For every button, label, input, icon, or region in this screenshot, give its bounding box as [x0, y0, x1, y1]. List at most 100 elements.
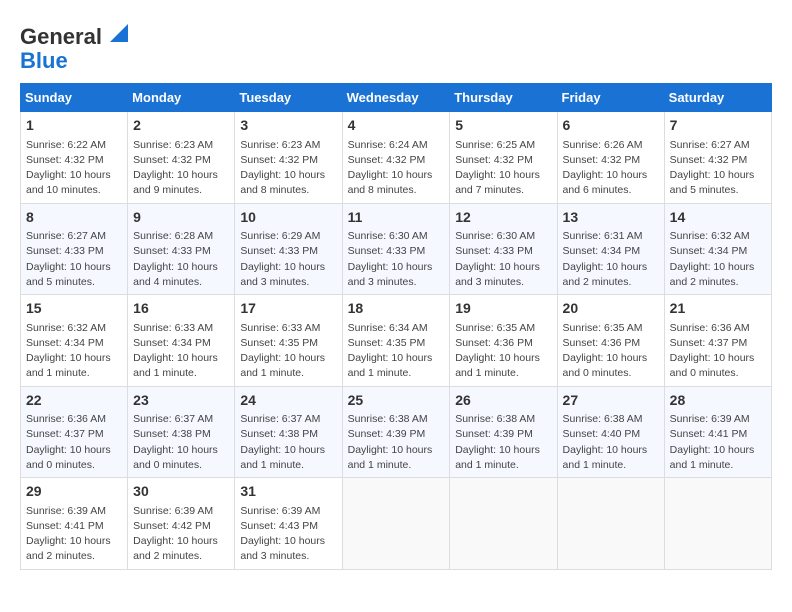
calendar-cell: 11Sunrise: 6:30 AMSunset: 4:33 PMDayligh…	[342, 203, 450, 294]
day-number: 2	[133, 116, 229, 136]
day-number: 24	[240, 391, 336, 411]
day-info: Sunrise: 6:32 AMSunset: 4:34 PMDaylight:…	[26, 321, 122, 382]
day-info: Sunrise: 6:28 AMSunset: 4:33 PMDaylight:…	[133, 229, 229, 290]
calendar-cell: 24Sunrise: 6:37 AMSunset: 4:38 PMDayligh…	[235, 386, 342, 477]
header-sunday: Sunday	[21, 84, 128, 112]
day-number: 18	[348, 299, 445, 319]
calendar-cell: 26Sunrise: 6:38 AMSunset: 4:39 PMDayligh…	[450, 386, 557, 477]
calendar-cell: 25Sunrise: 6:38 AMSunset: 4:39 PMDayligh…	[342, 386, 450, 477]
calendar-header-row: SundayMondayTuesdayWednesdayThursdayFrid…	[21, 84, 772, 112]
calendar-cell: 10Sunrise: 6:29 AMSunset: 4:33 PMDayligh…	[235, 203, 342, 294]
day-number: 21	[670, 299, 766, 319]
calendar-cell: 29Sunrise: 6:39 AMSunset: 4:41 PMDayligh…	[21, 478, 128, 569]
calendar-week-3: 15Sunrise: 6:32 AMSunset: 4:34 PMDayligh…	[21, 295, 772, 386]
day-number: 23	[133, 391, 229, 411]
day-info: Sunrise: 6:36 AMSunset: 4:37 PMDaylight:…	[26, 412, 122, 473]
logo-text-general: General	[20, 25, 102, 49]
calendar-table: SundayMondayTuesdayWednesdayThursdayFrid…	[20, 83, 772, 569]
calendar-week-2: 8Sunrise: 6:27 AMSunset: 4:33 PMDaylight…	[21, 203, 772, 294]
day-info: Sunrise: 6:30 AMSunset: 4:33 PMDaylight:…	[348, 229, 445, 290]
calendar-cell: 2Sunrise: 6:23 AMSunset: 4:32 PMDaylight…	[128, 112, 235, 203]
calendar-cell: 6Sunrise: 6:26 AMSunset: 4:32 PMDaylight…	[557, 112, 664, 203]
day-info: Sunrise: 6:35 AMSunset: 4:36 PMDaylight:…	[563, 321, 659, 382]
day-number: 5	[455, 116, 551, 136]
header-thursday: Thursday	[450, 84, 557, 112]
day-info: Sunrise: 6:25 AMSunset: 4:32 PMDaylight:…	[455, 138, 551, 199]
header-saturday: Saturday	[664, 84, 771, 112]
calendar-cell: 14Sunrise: 6:32 AMSunset: 4:34 PMDayligh…	[664, 203, 771, 294]
header-tuesday: Tuesday	[235, 84, 342, 112]
day-info: Sunrise: 6:22 AMSunset: 4:32 PMDaylight:…	[26, 138, 122, 199]
day-number: 3	[240, 116, 336, 136]
calendar-cell: 22Sunrise: 6:36 AMSunset: 4:37 PMDayligh…	[21, 386, 128, 477]
calendar-cell: 8Sunrise: 6:27 AMSunset: 4:33 PMDaylight…	[21, 203, 128, 294]
day-number: 27	[563, 391, 659, 411]
calendar-cell	[450, 478, 557, 569]
calendar-cell	[557, 478, 664, 569]
day-info: Sunrise: 6:39 AMSunset: 4:41 PMDaylight:…	[670, 412, 766, 473]
calendar-cell: 20Sunrise: 6:35 AMSunset: 4:36 PMDayligh…	[557, 295, 664, 386]
day-info: Sunrise: 6:26 AMSunset: 4:32 PMDaylight:…	[563, 138, 659, 199]
calendar-cell: 5Sunrise: 6:25 AMSunset: 4:32 PMDaylight…	[450, 112, 557, 203]
day-number: 1	[26, 116, 122, 136]
day-info: Sunrise: 6:33 AMSunset: 4:35 PMDaylight:…	[240, 321, 336, 382]
page-header: General Blue	[20, 20, 772, 73]
calendar-cell: 21Sunrise: 6:36 AMSunset: 4:37 PMDayligh…	[664, 295, 771, 386]
calendar-cell: 3Sunrise: 6:23 AMSunset: 4:32 PMDaylight…	[235, 112, 342, 203]
calendar-cell: 4Sunrise: 6:24 AMSunset: 4:32 PMDaylight…	[342, 112, 450, 203]
day-number: 17	[240, 299, 336, 319]
day-info: Sunrise: 6:29 AMSunset: 4:33 PMDaylight:…	[240, 229, 336, 290]
day-info: Sunrise: 6:31 AMSunset: 4:34 PMDaylight:…	[563, 229, 659, 290]
calendar-cell: 31Sunrise: 6:39 AMSunset: 4:43 PMDayligh…	[235, 478, 342, 569]
calendar-cell: 19Sunrise: 6:35 AMSunset: 4:36 PMDayligh…	[450, 295, 557, 386]
day-info: Sunrise: 6:32 AMSunset: 4:34 PMDaylight:…	[670, 229, 766, 290]
day-info: Sunrise: 6:39 AMSunset: 4:42 PMDaylight:…	[133, 504, 229, 565]
calendar-week-5: 29Sunrise: 6:39 AMSunset: 4:41 PMDayligh…	[21, 478, 772, 569]
day-info: Sunrise: 6:27 AMSunset: 4:32 PMDaylight:…	[670, 138, 766, 199]
calendar-cell: 18Sunrise: 6:34 AMSunset: 4:35 PMDayligh…	[342, 295, 450, 386]
day-number: 10	[240, 208, 336, 228]
day-number: 11	[348, 208, 445, 228]
day-info: Sunrise: 6:30 AMSunset: 4:33 PMDaylight:…	[455, 229, 551, 290]
day-number: 31	[240, 482, 336, 502]
day-info: Sunrise: 6:37 AMSunset: 4:38 PMDaylight:…	[240, 412, 336, 473]
day-info: Sunrise: 6:39 AMSunset: 4:41 PMDaylight:…	[26, 504, 122, 565]
day-number: 9	[133, 208, 229, 228]
calendar-cell: 13Sunrise: 6:31 AMSunset: 4:34 PMDayligh…	[557, 203, 664, 294]
header-monday: Monday	[128, 84, 235, 112]
calendar-cell: 15Sunrise: 6:32 AMSunset: 4:34 PMDayligh…	[21, 295, 128, 386]
calendar-cell	[664, 478, 771, 569]
day-number: 8	[26, 208, 122, 228]
calendar-cell: 7Sunrise: 6:27 AMSunset: 4:32 PMDaylight…	[664, 112, 771, 203]
calendar-cell	[342, 478, 450, 569]
day-info: Sunrise: 6:38 AMSunset: 4:40 PMDaylight:…	[563, 412, 659, 473]
day-info: Sunrise: 6:35 AMSunset: 4:36 PMDaylight:…	[455, 321, 551, 382]
calendar-cell: 27Sunrise: 6:38 AMSunset: 4:40 PMDayligh…	[557, 386, 664, 477]
calendar-cell: 23Sunrise: 6:37 AMSunset: 4:38 PMDayligh…	[128, 386, 235, 477]
day-number: 26	[455, 391, 551, 411]
day-number: 16	[133, 299, 229, 319]
logo-icon	[106, 20, 128, 42]
day-number: 14	[670, 208, 766, 228]
day-info: Sunrise: 6:23 AMSunset: 4:32 PMDaylight:…	[133, 138, 229, 199]
day-info: Sunrise: 6:23 AMSunset: 4:32 PMDaylight:…	[240, 138, 336, 199]
day-info: Sunrise: 6:38 AMSunset: 4:39 PMDaylight:…	[455, 412, 551, 473]
day-number: 22	[26, 391, 122, 411]
day-info: Sunrise: 6:38 AMSunset: 4:39 PMDaylight:…	[348, 412, 445, 473]
day-number: 29	[26, 482, 122, 502]
logo-text-blue: Blue	[20, 49, 68, 73]
calendar-week-4: 22Sunrise: 6:36 AMSunset: 4:37 PMDayligh…	[21, 386, 772, 477]
day-number: 4	[348, 116, 445, 136]
day-number: 15	[26, 299, 122, 319]
day-number: 7	[670, 116, 766, 136]
calendar-cell: 9Sunrise: 6:28 AMSunset: 4:33 PMDaylight…	[128, 203, 235, 294]
calendar-cell: 1Sunrise: 6:22 AMSunset: 4:32 PMDaylight…	[21, 112, 128, 203]
day-number: 25	[348, 391, 445, 411]
calendar-cell: 17Sunrise: 6:33 AMSunset: 4:35 PMDayligh…	[235, 295, 342, 386]
day-number: 19	[455, 299, 551, 319]
calendar-week-1: 1Sunrise: 6:22 AMSunset: 4:32 PMDaylight…	[21, 112, 772, 203]
header-friday: Friday	[557, 84, 664, 112]
day-info: Sunrise: 6:33 AMSunset: 4:34 PMDaylight:…	[133, 321, 229, 382]
calendar-cell: 16Sunrise: 6:33 AMSunset: 4:34 PMDayligh…	[128, 295, 235, 386]
day-number: 20	[563, 299, 659, 319]
